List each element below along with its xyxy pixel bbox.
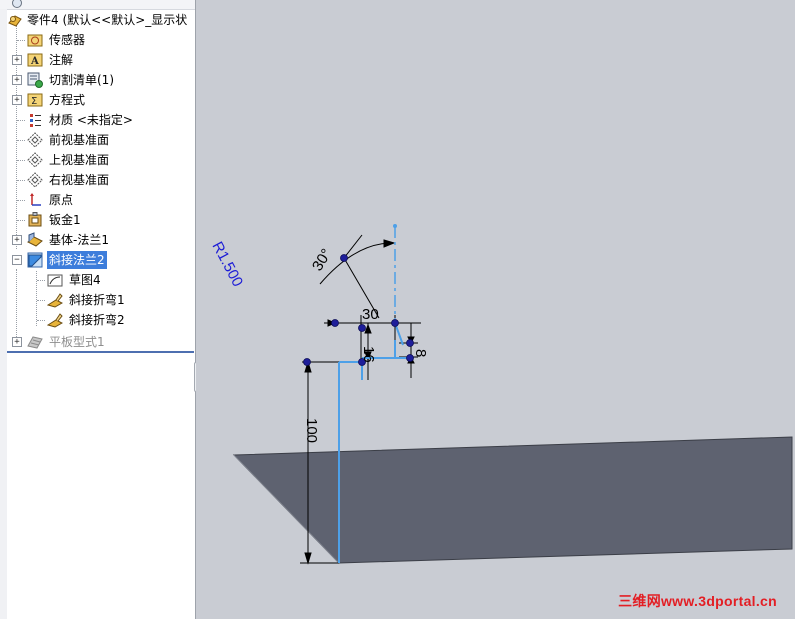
vertical-dimension-text-16[interactable]: 16 — [360, 346, 377, 363]
sketch-point[interactable] — [358, 324, 366, 332]
tree-gutter — [0, 9, 7, 619]
base-flange-plate — [232, 436, 793, 564]
tree-connector — [17, 160, 25, 161]
horizontal-dimension-text[interactable]: 30 — [362, 306, 379, 323]
angle-dimension-text[interactable]: 30° — [309, 246, 335, 274]
graphics-area[interactable]: 30° R1.500 30 16 8 100 — [196, 0, 795, 619]
plane-icon — [27, 172, 43, 188]
tree-connector — [16, 269, 17, 343]
annotation-icon: A — [27, 52, 43, 68]
expand-plus-icon[interactable]: + — [12, 337, 22, 347]
svg-text:Σ: Σ — [31, 96, 37, 107]
sketch-point[interactable] — [340, 254, 348, 262]
base-flange-icon — [27, 232, 43, 248]
tree-filter-strip — [0, 0, 195, 10]
part-icon — [7, 12, 23, 28]
tree-connector — [17, 200, 25, 201]
sketch-point[interactable] — [303, 358, 311, 366]
feature-manager-tree: 零件4 (默认<<默认>_显示状 传感器 + A 注解 + 切割清单(1) + … — [0, 0, 196, 619]
sketch-icon — [47, 272, 63, 288]
dimension-arrow — [383, 239, 396, 248]
tree-connector — [37, 280, 45, 281]
material-icon — [27, 112, 43, 128]
tree-empty-area — [8, 353, 194, 619]
tree-connector — [17, 220, 25, 221]
origin-icon — [27, 192, 43, 208]
sheet-metal-icon — [27, 212, 43, 228]
dimension-arrow — [304, 552, 312, 565]
expand-plus-icon[interactable]: + — [12, 55, 22, 65]
bend-icon — [47, 312, 63, 328]
expand-plus-icon[interactable]: + — [12, 75, 22, 85]
vertical-dimension-text-8[interactable]: 8 — [412, 349, 429, 357]
cut-list-icon — [27, 72, 43, 88]
plane-icon — [27, 152, 43, 168]
watermark-text: 三维网www.3dportal.cn — [618, 593, 777, 609]
model-view: 30° R1.500 30 16 8 100 — [208, 224, 793, 565]
collapse-minus-icon[interactable]: − — [12, 255, 22, 265]
miter-flange-icon — [27, 252, 43, 268]
angle-dimension-arc — [319, 242, 395, 285]
centerline-endpoint — [393, 224, 397, 228]
expand-plus-icon[interactable]: + — [12, 235, 22, 245]
filter-icon[interactable] — [12, 0, 22, 8]
bend-icon — [47, 292, 63, 308]
plane-icon — [27, 132, 43, 148]
sketch-point[interactable] — [331, 319, 339, 327]
flat-pattern-icon — [27, 334, 43, 350]
tree-connector — [17, 120, 25, 121]
tree-connector — [17, 180, 25, 181]
dimension-arrow — [364, 323, 372, 334]
equation-icon: Σ — [27, 92, 43, 108]
tree-connector — [37, 320, 45, 321]
tree-connector — [17, 40, 25, 41]
expand-plus-icon[interactable]: + — [12, 95, 22, 105]
sketch-point[interactable] — [406, 339, 414, 347]
tree-connector — [17, 140, 25, 141]
svg-text:A: A — [30, 56, 39, 67]
sketch-point[interactable] — [391, 319, 399, 327]
height-dimension-text[interactable]: 100 — [303, 418, 320, 443]
tree-connector — [37, 300, 45, 301]
sensor-icon — [27, 32, 43, 48]
radius-dimension-text[interactable]: R1.500 — [208, 239, 246, 290]
